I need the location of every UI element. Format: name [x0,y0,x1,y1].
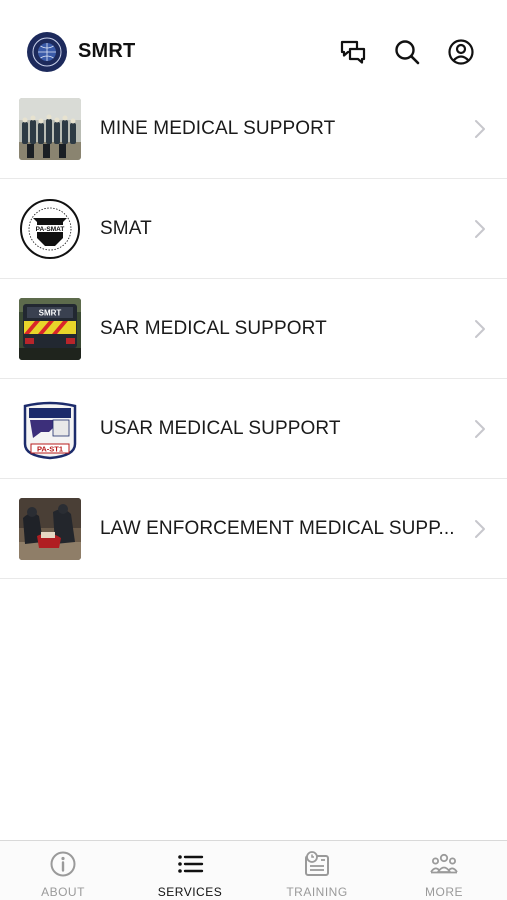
tab-training[interactable]: TRAINING [254,841,380,900]
service-label: SMAT [100,218,152,239]
mine-medical-thumbnail [19,98,81,160]
group-icon [430,853,458,874]
service-label: LAW ENFORCEMENT MEDICAL SUPP... [100,518,455,539]
law-enforcement-thumbnail [19,498,81,560]
chevron-right-icon [475,320,485,338]
bottom-tab-bar: ABOUT SERVICES TRAINING MORE [0,840,507,900]
tactical-medics-photo-image [19,498,81,560]
training-icon [305,851,329,876]
chevron-right-icon [475,420,485,438]
search-button[interactable] [392,37,422,67]
tab-label: SERVICES [157,885,223,899]
service-label: MINE MEDICAL SUPPORT [100,118,336,139]
service-label: SAR MEDICAL SUPPORT [100,318,327,339]
list-item-mine-medical-support[interactable]: MINE MEDICAL SUPPORT [0,79,507,179]
tab-label: TRAINING [286,885,348,899]
team-photo-image [19,98,81,160]
account-button[interactable] [446,37,476,67]
patch-text: PA-ST1 [37,445,63,454]
list-item-sar-medical-support[interactable]: SMRT SAR MEDICAL SUPPORT [0,279,507,379]
tab-label: MORE [425,885,463,899]
services-list: MINE MEDICAL SUPPORT PA-SMAT SMAT SMRT S… [0,79,507,579]
vehicle-text: SMRT [39,309,62,318]
account-icon [448,39,474,65]
chat-bubbles-icon [340,40,366,64]
sar-medical-thumbnail: SMRT [19,298,81,360]
list-item-usar-medical-support[interactable]: PA-ST1 USAR MEDICAL SUPPORT [0,379,507,479]
service-label: USAR MEDICAL SUPPORT [100,418,341,439]
usar-medical-thumbnail: PA-ST1 [19,398,81,460]
tab-services[interactable]: SERVICES [127,841,253,900]
chevron-right-icon [475,220,485,238]
smat-thumbnail: PA-SMAT [19,198,81,260]
list-item-law-enforcement-medical-support[interactable]: LAW ENFORCEMENT MEDICAL SUPP... [0,479,507,579]
pa-st1-patch-image: PA-ST1 [19,398,81,460]
tab-label: ABOUT [41,885,85,899]
tab-more[interactable]: MORE [381,841,507,900]
chevron-right-icon [475,520,485,538]
chat-button[interactable] [338,37,368,67]
app-screen: SMRT MINE MEDICAL SUPPORT PA-SMAT SMAT S… [0,0,507,900]
pa-smat-seal-image: PA-SMAT [19,198,81,260]
smrt-vehicle-photo-image: SMRT [19,298,81,360]
list-item-smat[interactable]: PA-SMAT SMAT [0,179,507,279]
app-title: SMRT [78,40,136,62]
list-icon [178,855,204,873]
search-icon [395,40,420,65]
tab-about[interactable]: ABOUT [0,841,126,900]
info-icon [50,851,76,877]
seal-text: PA-SMAT [36,226,65,233]
logo-seal-icon [28,33,66,71]
chevron-right-icon [475,120,485,138]
smrt-logo[interactable] [27,32,67,72]
